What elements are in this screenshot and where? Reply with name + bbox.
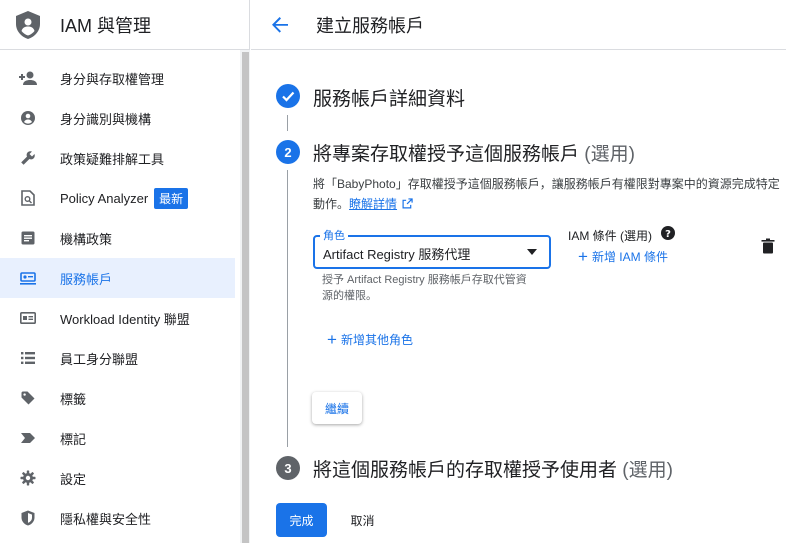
list-icon — [18, 348, 38, 368]
continue-button[interactable]: 繼續 — [312, 392, 362, 424]
step-3-optional: (選用) — [622, 460, 673, 481]
person-add-icon — [18, 68, 38, 88]
role-help-text: 授予 Artifact Registry 服務帳戶存取代管資源的權限。 — [322, 274, 527, 302]
help-icon[interactable]: ? — [661, 226, 675, 240]
add-another-role-button[interactable]: + 新增其他角色 — [327, 331, 413, 348]
sidebar-item-label: 身分識別與機構 — [60, 111, 152, 127]
step-2-number: 2 — [276, 140, 300, 164]
list-article-icon — [18, 228, 38, 248]
sidebar-item-policy-analyzer[interactable]: Policy Analyzer 最新 — [0, 178, 235, 218]
back-arrow-icon[interactable] — [269, 14, 291, 36]
sidebar-item-label: Workload Identity 聯盟 — [60, 311, 190, 327]
step-2-content-line — [287, 170, 288, 447]
iam-shield-logo-icon — [16, 10, 40, 39]
document-search-icon — [18, 188, 38, 208]
role-select-value: Artifact Registry 服務代理 — [323, 247, 471, 262]
learn-more-link[interactable]: 瞭解詳情 — [349, 197, 397, 211]
sidebar-item-label: 政策疑難排解工具 — [60, 151, 165, 167]
page-header: 建立服務帳戶 — [251, 0, 786, 50]
sidebar-item-label: 設定 — [60, 471, 87, 487]
add-iam-condition-button[interactable]: + 新增 IAM 條件 — [578, 248, 668, 265]
wrench-icon — [18, 148, 38, 168]
step-2-optional: (選用) — [584, 144, 635, 165]
label-icon — [18, 428, 38, 448]
sidebar-item-workload-identity[interactable]: Workload Identity 聯盟 — [0, 298, 235, 338]
sidebar-item-service-accounts[interactable]: 服務帳戶 — [0, 258, 235, 298]
sidebar-item-labels[interactable]: 標記 — [0, 418, 235, 458]
iam-condition-title: IAM 條件 (選用) — [568, 229, 652, 243]
sidebar-item-label: Policy Analyzer — [60, 190, 149, 206]
sidebar-item-troubleshooter[interactable]: 政策疑難排解工具 — [0, 138, 235, 178]
sidebar-title: IAM 與管理 — [60, 15, 152, 36]
step-3-number: 3 — [276, 456, 300, 480]
step-3-title[interactable]: 將這個服務帳戶的存取權授予使用者 (選用) — [313, 455, 673, 482]
plus-icon: + — [327, 329, 337, 349]
sidebar-item-settings[interactable]: 設定 — [0, 458, 235, 498]
id-card-icon — [18, 308, 38, 328]
gear-icon — [18, 468, 38, 488]
sidebar-item-label: 隱私權與安全性 — [60, 511, 152, 527]
external-link-icon[interactable] — [402, 198, 414, 209]
shield-icon — [18, 508, 38, 528]
tag-icon — [18, 388, 38, 408]
sidebar-item-workforce-identity[interactable]: 員工身分聯盟 — [0, 338, 235, 378]
sidebar-item-privacy-security[interactable]: 隱私權與安全性 — [0, 498, 235, 538]
step-1-complete-check-icon — [276, 84, 300, 108]
sidebar-item-org-policies[interactable]: 機構政策 — [0, 218, 235, 258]
step-connector — [287, 115, 288, 131]
role-select-label: 角色 — [320, 227, 348, 243]
sidebar-item-label: 身分與存取權管理 — [60, 71, 165, 87]
service-account-icon — [18, 268, 38, 288]
cancel-button[interactable]: 取消 — [340, 503, 385, 537]
grant-description: 將「BabyPhoto」存取權授予這個服務帳戶，讓服務帳戶有權限對專案中的資源完… — [313, 177, 780, 211]
role-select[interactable]: Artifact Registry 服務代理 — [313, 235, 551, 269]
account-circle-icon — [18, 108, 38, 128]
delete-icon[interactable] — [760, 238, 776, 254]
sidebar-item-label: 標籤 — [60, 391, 87, 407]
dropdown-caret-icon — [527, 249, 537, 255]
done-button[interactable]: 完成 — [276, 503, 327, 537]
plus-icon: + — [578, 246, 588, 266]
sidebar-item-tags[interactable]: 標籤 — [0, 378, 235, 418]
sidebar-item-iam[interactable]: 身分與存取權管理 — [0, 58, 235, 98]
sidebar-header: IAM 與管理 — [0, 0, 249, 50]
step-2-title: 將專案存取權授予這個服務帳戶 (選用) — [313, 144, 635, 165]
new-badge: 最新 — [154, 187, 189, 209]
sidebar-item-identity-org[interactable]: 身分識別與機構 — [0, 98, 235, 138]
svg-text:?: ? — [665, 229, 671, 240]
sidebar-scrollbar-thumb[interactable] — [242, 52, 249, 543]
sidebar-item-label: 機構政策 — [60, 231, 113, 247]
sidebar: IAM 與管理 身分與存取權管理 身分識別與機構 政策疑難排解工具 Policy… — [0, 0, 250, 543]
sidebar-item-label: 員工身分聯盟 — [60, 351, 139, 367]
sidebar-item-label: 服務帳戶 — [60, 271, 113, 287]
step-1-title[interactable]: 服務帳戶詳細資料 — [313, 84, 465, 111]
page-title: 建立服務帳戶 — [316, 15, 424, 36]
sidebar-item-label: 標記 — [60, 431, 87, 447]
